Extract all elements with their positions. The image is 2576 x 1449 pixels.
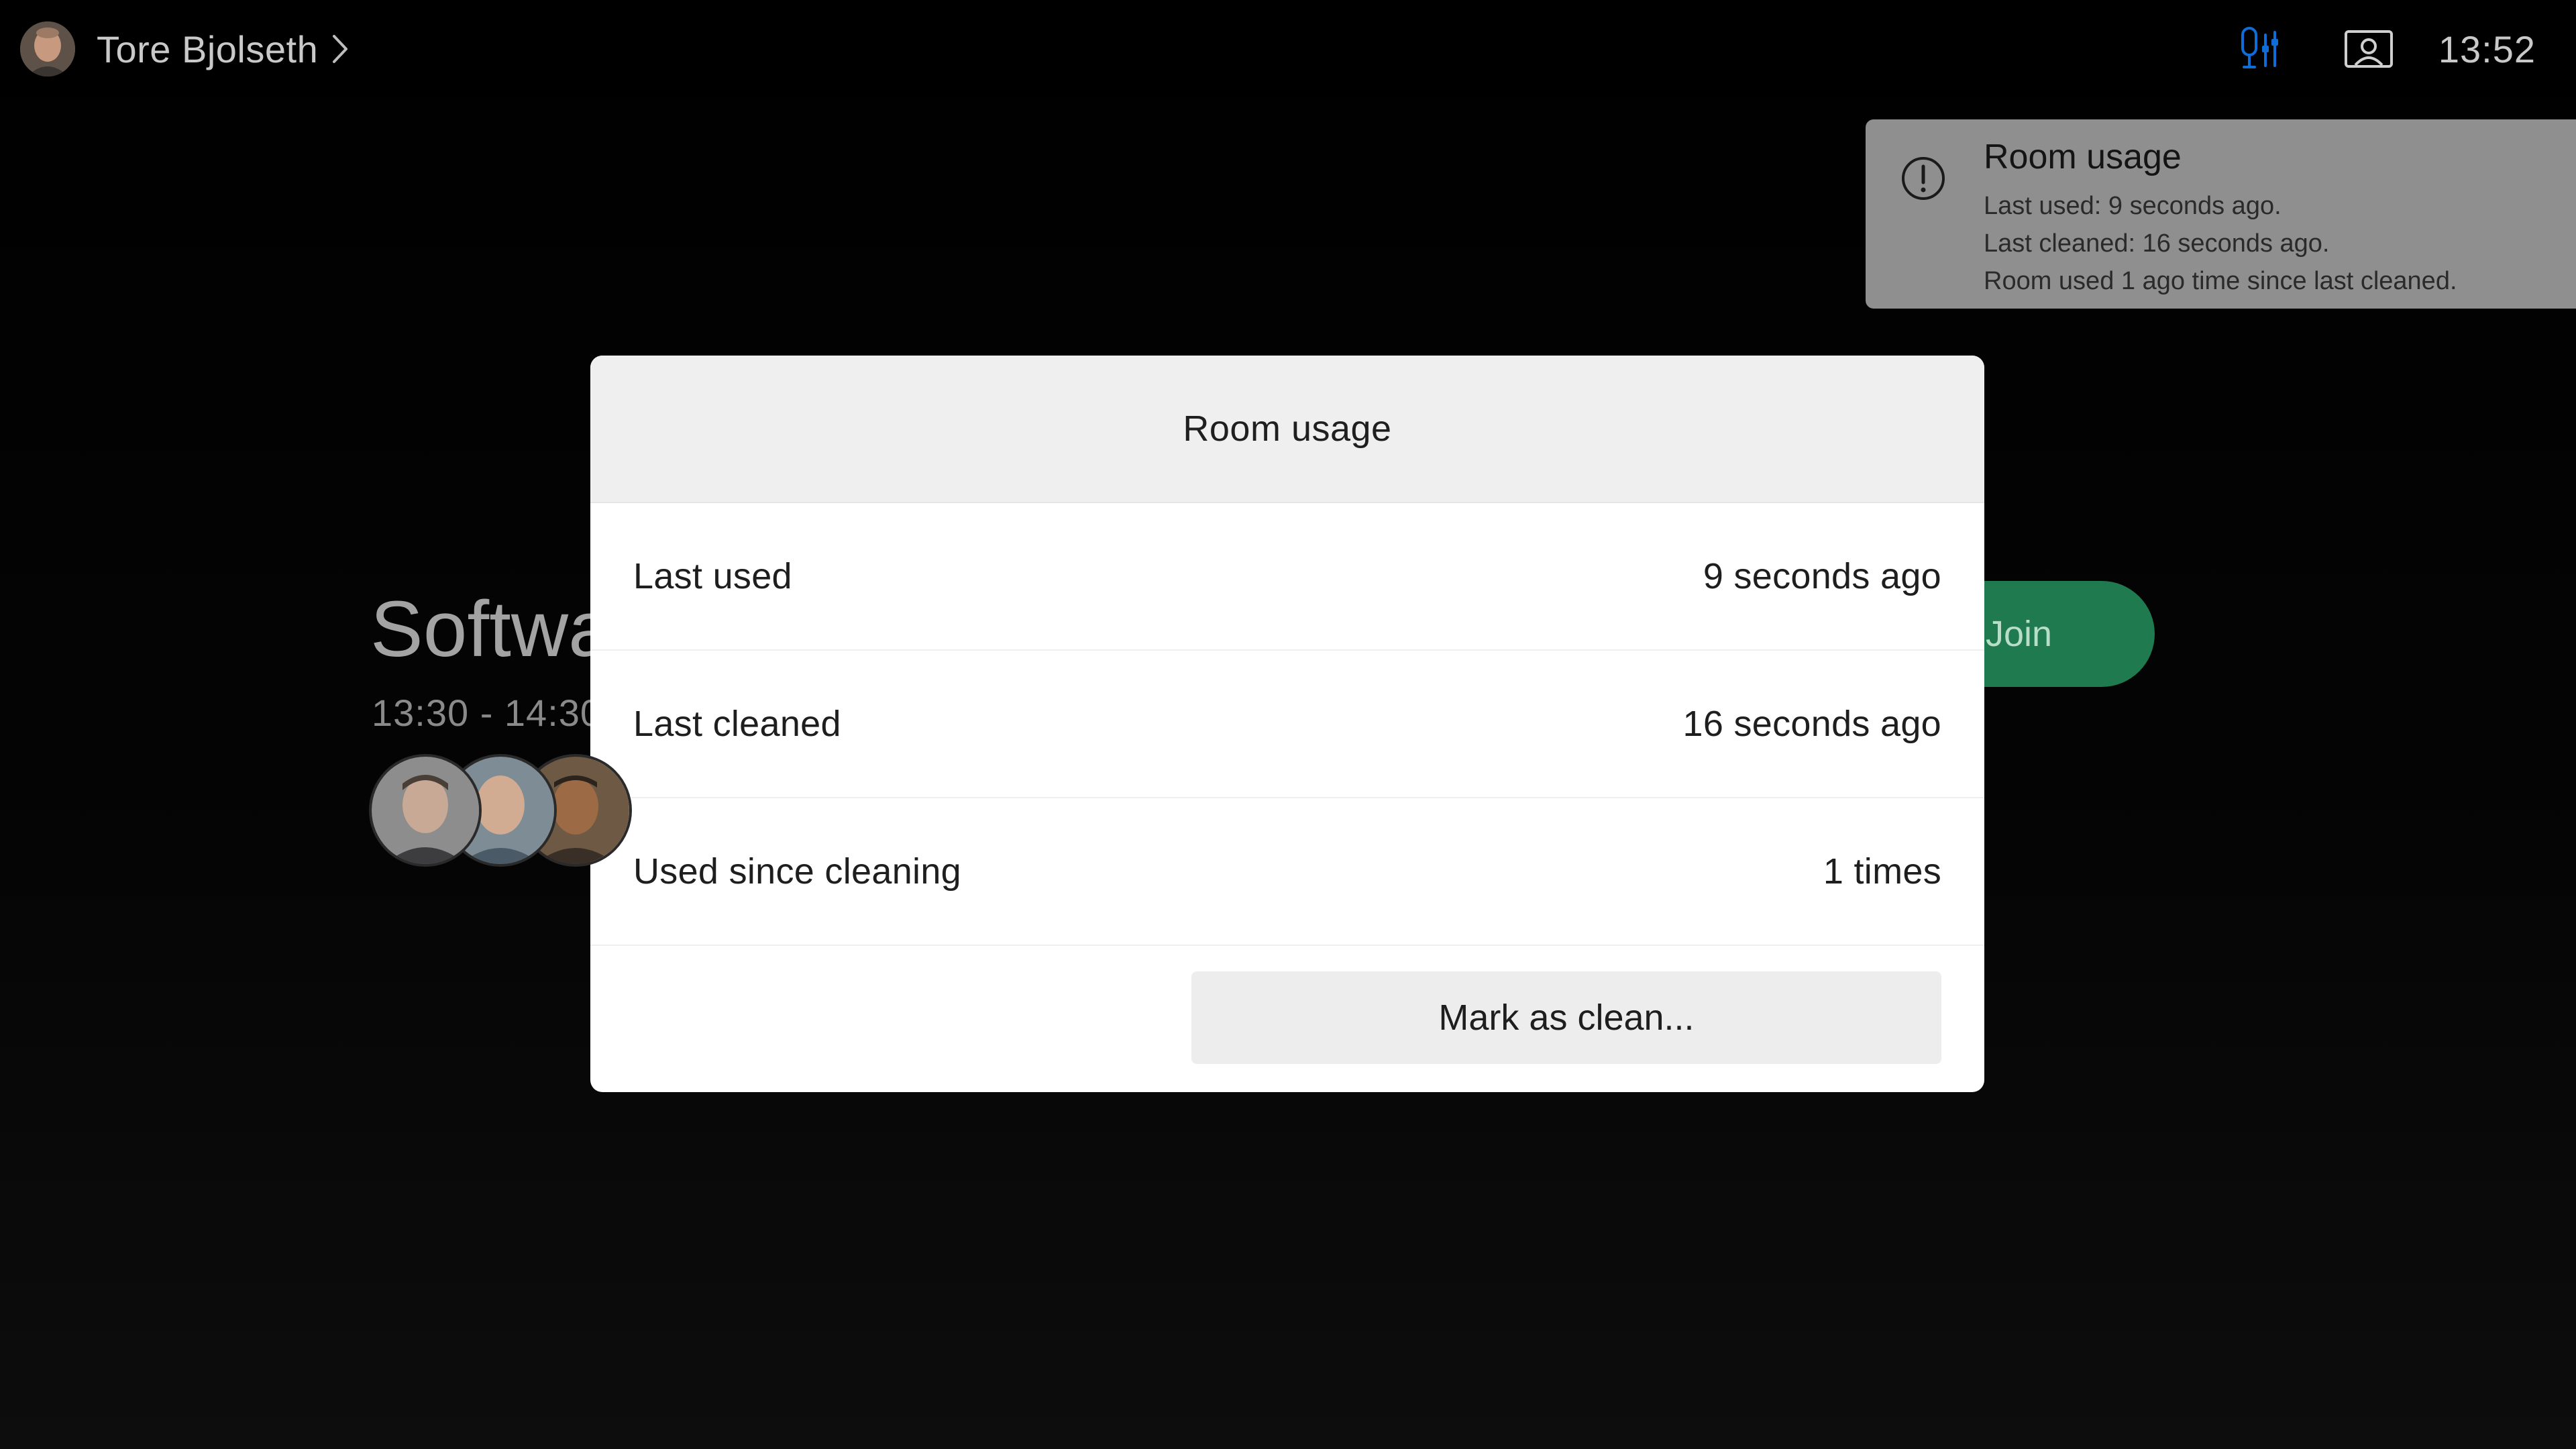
info-exclamation-icon bbox=[1902, 157, 1945, 200]
notification-last-used: Last used: 9 seconds ago. bbox=[1984, 192, 2282, 220]
room-usage-notification[interactable]: Room usage Last used: 9 seconds ago. Las… bbox=[1866, 119, 2576, 309]
row-value: 16 seconds ago bbox=[1682, 704, 1941, 744]
clock: 13:52 bbox=[2438, 28, 2536, 70]
notification-title: Room usage bbox=[1984, 138, 2182, 176]
row-value: 1 times bbox=[1823, 851, 1941, 892]
notification-usage-count: Room used 1 ago time since last cleaned. bbox=[1984, 267, 2457, 295]
meeting-time: 13:30 - 14:30 bbox=[372, 692, 602, 734]
user-menu[interactable]: Tore Bjolseth bbox=[20, 20, 350, 78]
dialog-title: Room usage bbox=[1183, 409, 1392, 449]
row-label: Last used bbox=[633, 556, 792, 596]
meeting-title: Softwa bbox=[370, 585, 612, 674]
dialog-footer: Mark as clean... bbox=[590, 946, 1984, 1092]
row-value: 9 seconds ago bbox=[1703, 556, 1941, 596]
usage-row-last-used: Last used 9 seconds ago bbox=[590, 503, 1984, 651]
top-bar-controls: 13:52 bbox=[2239, 20, 2536, 78]
participant-avatar bbox=[369, 754, 482, 867]
self-view-icon[interactable] bbox=[2343, 29, 2394, 69]
dialog-header: Room usage bbox=[590, 356, 1984, 503]
notification-last-cleaned: Last cleaned: 16 seconds ago. bbox=[1984, 229, 2330, 258]
usage-row-used-since-cleaning: Used since cleaning 1 times bbox=[590, 798, 1984, 946]
room-usage-dialog: Room usage Last used 9 seconds ago Last … bbox=[590, 356, 1984, 1092]
mark-as-clean-button[interactable]: Mark as clean... bbox=[1191, 971, 1941, 1064]
row-label: Used since cleaning bbox=[633, 851, 961, 892]
user-name: Tore Bjolseth bbox=[97, 28, 319, 70]
microphone-settings-icon[interactable] bbox=[2239, 25, 2283, 72]
screen: Tore Bjolseth 13:52 Room usage Last used… bbox=[0, 0, 2576, 1449]
chevron-right-icon bbox=[333, 35, 348, 63]
row-label: Last cleaned bbox=[633, 704, 841, 744]
avatar bbox=[20, 21, 75, 76]
usage-row-last-cleaned: Last cleaned 16 seconds ago bbox=[590, 651, 1984, 798]
